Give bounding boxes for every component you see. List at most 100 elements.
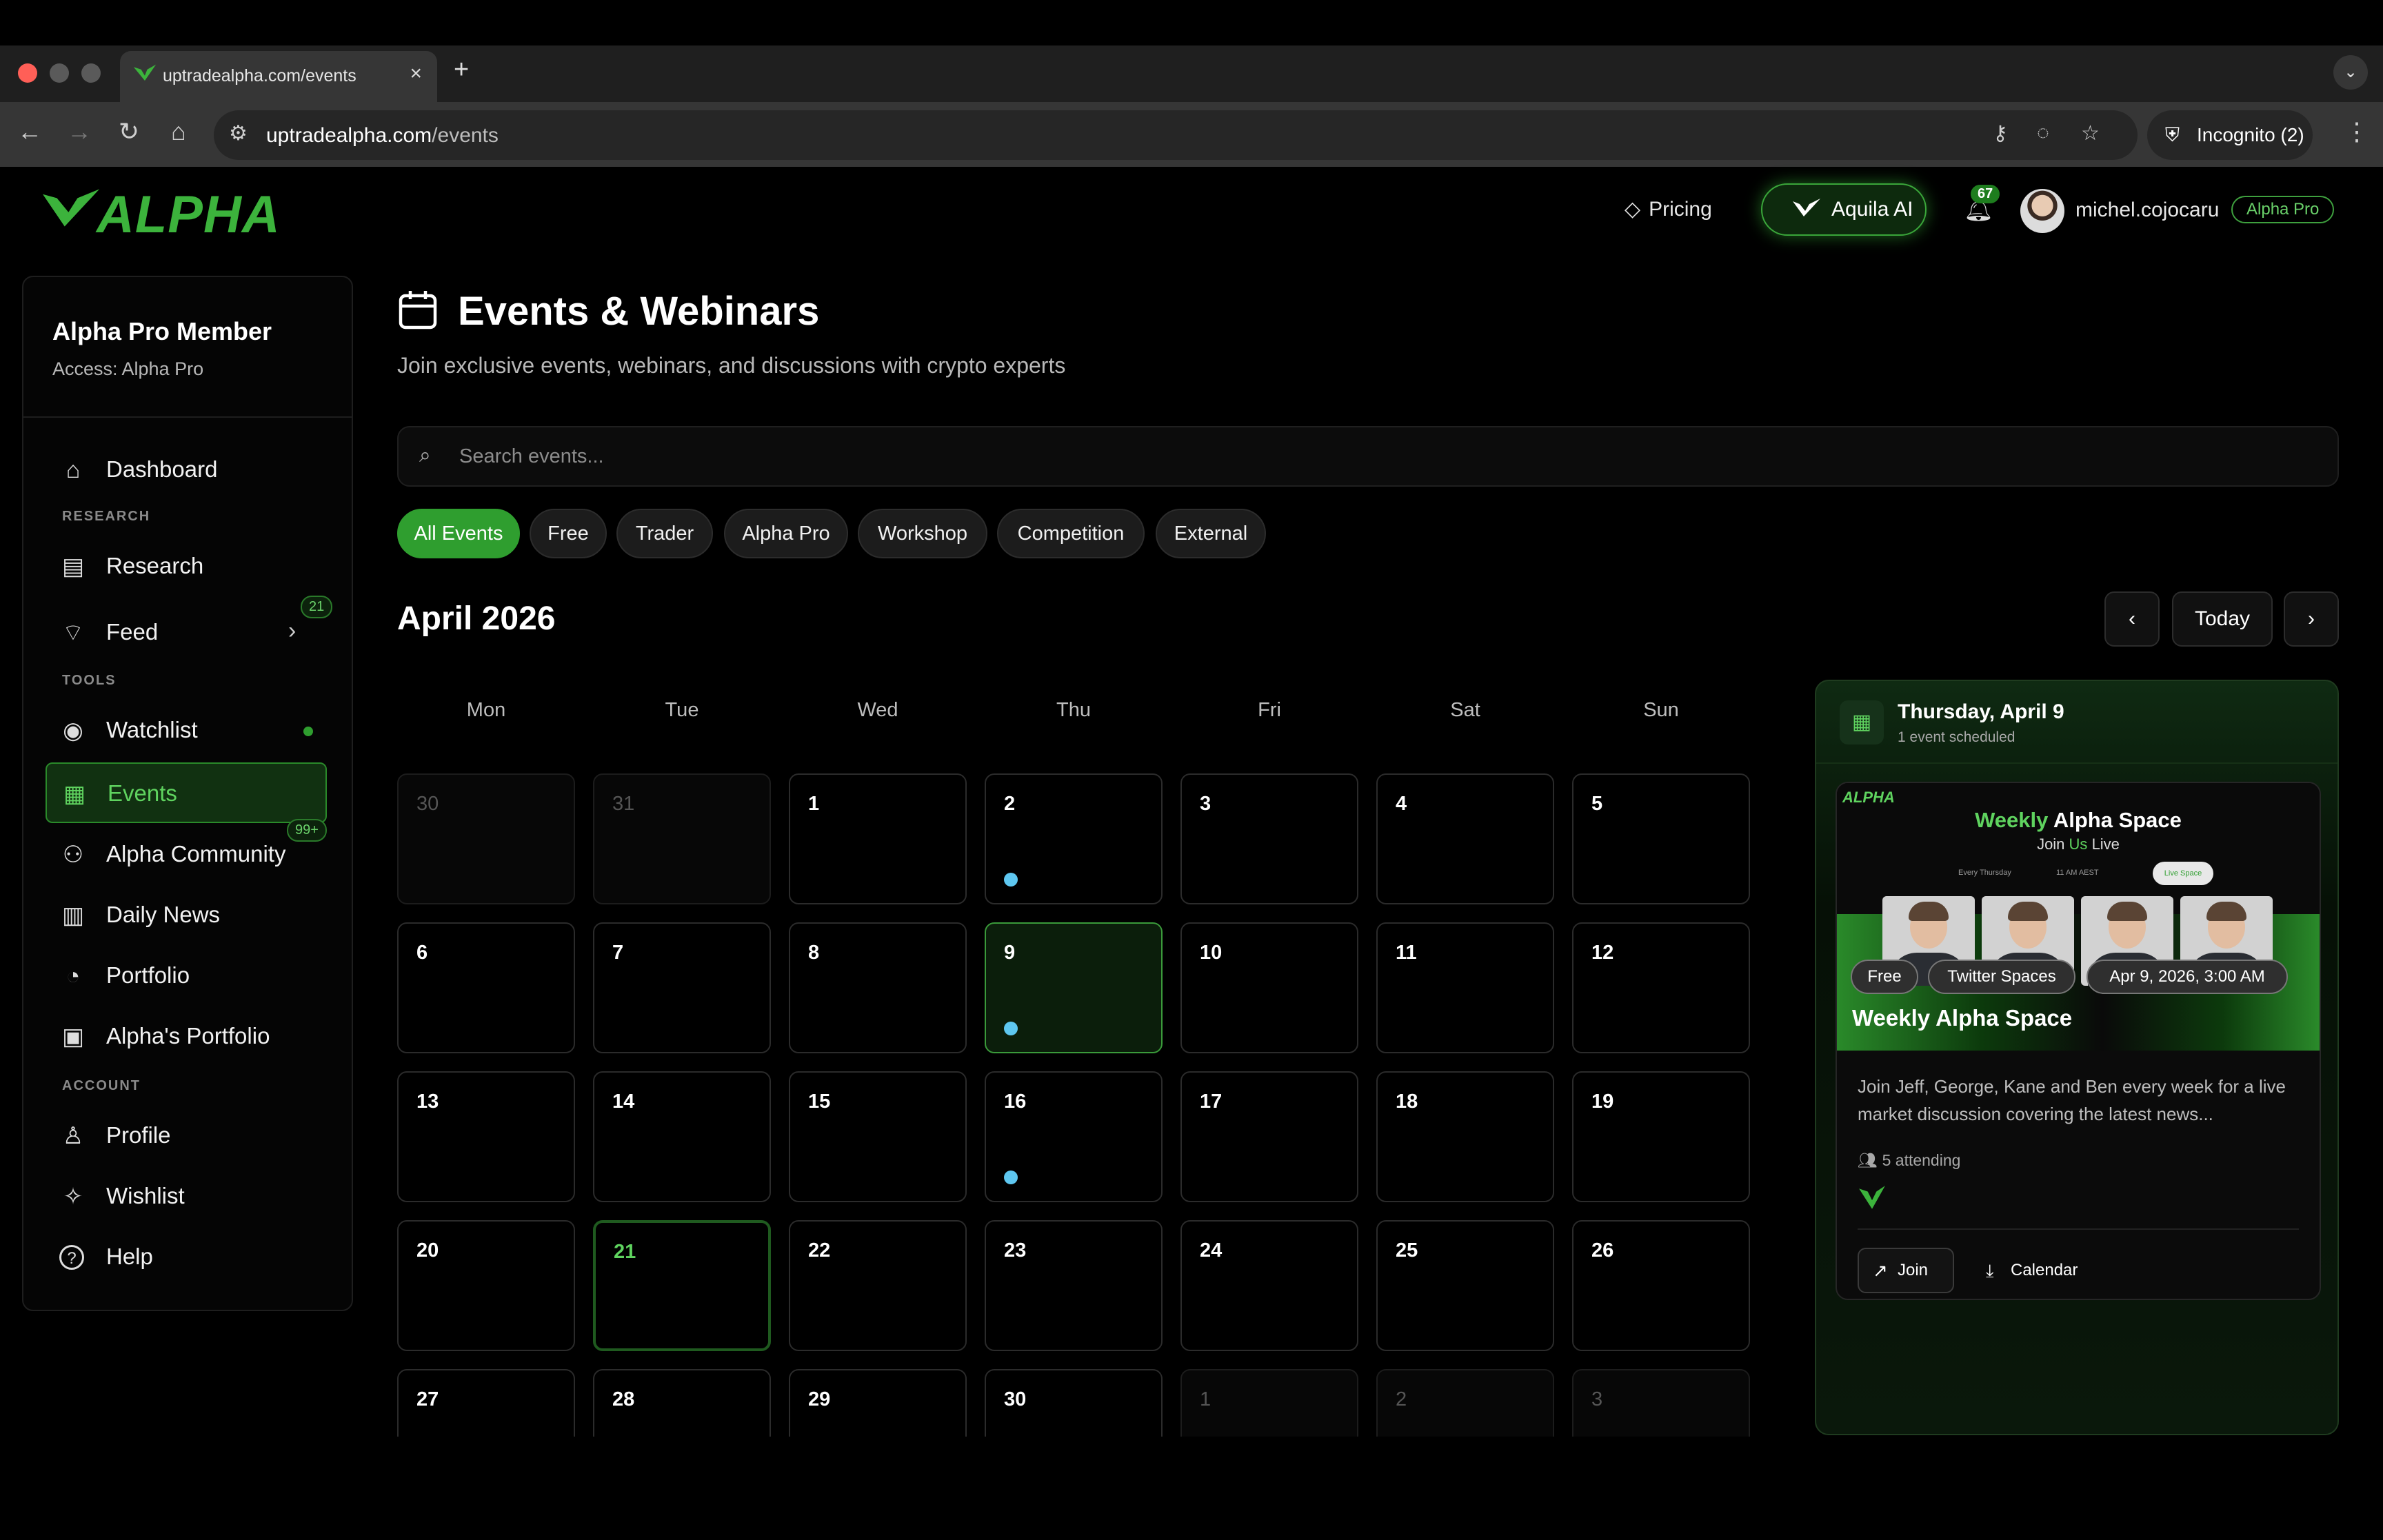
day-number: 5 xyxy=(1591,793,1603,815)
home-icon: ⌂ xyxy=(66,457,81,483)
close-window-button[interactable] xyxy=(18,63,37,83)
event-tag: Twitter Spaces xyxy=(1928,960,2075,994)
sidebar-item-daily-news[interactable]: ▥ Daily News xyxy=(46,885,327,946)
calendar-day-cell[interactable]: 30 xyxy=(397,773,575,904)
calendar-day-cell[interactable]: 19 xyxy=(1572,1071,1750,1202)
filter-chip-all-events[interactable]: All Events xyxy=(397,509,520,558)
tab-search-button[interactable]: ⌄ xyxy=(2333,55,2368,90)
filter-chip-external[interactable]: External xyxy=(1156,509,1266,558)
sidebar-item-portfolio[interactable]: ◔ Portfolio xyxy=(46,946,327,1006)
calendar-day-cell[interactable]: 14 xyxy=(593,1071,771,1202)
aquila-ai-button[interactable]: Aquila AI xyxy=(1761,183,1927,236)
rss-icon: ⌔ xyxy=(62,620,84,646)
forward-button[interactable]: → xyxy=(62,117,97,146)
help-circle-icon: ? xyxy=(59,1245,84,1270)
calendar-day-cell[interactable]: 12 xyxy=(1572,922,1750,1053)
calendar-day-cell[interactable]: 15 xyxy=(789,1071,967,1202)
diamond-icon: ◇ xyxy=(1625,198,1641,221)
calendar-day-cell[interactable]: 9 xyxy=(985,922,1163,1053)
calendar-day-cell[interactable]: 1 xyxy=(789,773,967,904)
calendar-day-cell[interactable]: 5 xyxy=(1572,773,1750,904)
calendar-day-cell[interactable]: 2 xyxy=(1376,1369,1554,1437)
filter-chip-workshop[interactable]: Workshop xyxy=(858,509,987,558)
calendar-day-cell[interactable]: 26 xyxy=(1572,1220,1750,1351)
pricing-link[interactable]: ◇ Pricing xyxy=(1625,197,1712,221)
calendar-day-cell[interactable]: 11 xyxy=(1376,922,1554,1053)
day-number: 15 xyxy=(808,1091,831,1113)
today-button[interactable]: Today xyxy=(2172,591,2273,647)
event-card[interactable]: ALPHA Weekly Alpha Space Join Us Live Ev… xyxy=(1836,782,2321,1300)
search-icon: ⌕ xyxy=(419,444,431,467)
sidebar-item-help[interactable]: ? Help xyxy=(46,1227,327,1288)
calendar-day-cell[interactable]: 18 xyxy=(1376,1071,1554,1202)
user-avatar[interactable] xyxy=(2020,189,2064,233)
sidebar-item-watchlist[interactable]: ◉ Watchlist xyxy=(46,700,327,761)
site-settings-icon[interactable]: ⚙ xyxy=(229,121,248,145)
home-button[interactable]: ⌂ xyxy=(161,117,196,146)
chevron-right-icon[interactable]: › xyxy=(288,618,296,645)
calendar-day-cell[interactable]: 30 xyxy=(985,1369,1163,1437)
bookmark-star-icon[interactable]: ☆ xyxy=(2081,121,2100,145)
calendar-day-cell[interactable]: 7 xyxy=(593,922,771,1053)
sidebar-item-alpha-s-portfolio[interactable]: ▣ Alpha's Portfolio xyxy=(46,1006,327,1067)
calendar-day-cell[interactable]: 2 xyxy=(985,773,1163,904)
calendar-day-cell[interactable]: 8 xyxy=(789,922,967,1053)
sidebar-item-research[interactable]: ▤ Research xyxy=(46,536,327,597)
add-to-calendar-button[interactable]: ⤓ Calendar xyxy=(1975,1248,2092,1293)
calendar-day-cell[interactable]: 22 xyxy=(789,1220,967,1351)
calendar-day-cell[interactable]: 27 xyxy=(397,1369,575,1437)
filter-chip-competition[interactable]: Competition xyxy=(997,509,1145,558)
maximize-window-button[interactable] xyxy=(81,63,101,83)
users-icon: 👥︎ xyxy=(1858,1151,1882,1169)
banner-meta-time: 11 AM AEST xyxy=(2056,869,2099,877)
calendar-day-cell[interactable]: 25 xyxy=(1376,1220,1554,1351)
sidebar-item-alpha-community[interactable]: ⚇ Alpha Community xyxy=(46,824,327,885)
eye-off-icon[interactable]: ◌ xyxy=(2037,121,2049,145)
new-tab-button[interactable]: + xyxy=(454,55,469,85)
calendar-day-cell[interactable]: 20 xyxy=(397,1220,575,1351)
filter-chip-trader[interactable]: Trader xyxy=(616,509,713,558)
sidebar-item-dashboard[interactable]: ⌂ Dashboard xyxy=(46,440,327,500)
calendar-day-cell[interactable]: 1 xyxy=(1180,1369,1358,1437)
join-button[interactable]: ↗ Join xyxy=(1858,1248,1954,1293)
calendar-day-cell[interactable]: 21 xyxy=(593,1220,771,1351)
close-tab-icon[interactable]: × xyxy=(410,62,422,85)
password-key-icon[interactable]: ⚷ xyxy=(1993,121,2008,145)
calendar-day-cell[interactable]: 23 xyxy=(985,1220,1163,1351)
incognito-indicator[interactable]: ⛨ Incognito (2) xyxy=(2147,110,2313,160)
browser-tab[interactable]: uptradealpha.com/events × xyxy=(120,51,437,102)
calendar-day-cell[interactable]: 3 xyxy=(1180,773,1358,904)
sidebar-item-events[interactable]: ▦ Events xyxy=(46,762,327,823)
calendar-day-cell[interactable]: 4 xyxy=(1376,773,1554,904)
calendar-day-cell[interactable]: 28 xyxy=(593,1369,771,1437)
calendar-day-cell[interactable]: 29 xyxy=(789,1369,967,1437)
browser-menu-button[interactable]: ⋮ xyxy=(2344,117,2369,146)
event-banner-image: ALPHA Weekly Alpha Space Join Us Live Ev… xyxy=(1837,783,2320,1051)
next-month-button[interactable]: › xyxy=(2284,591,2339,647)
calendar-day-cell[interactable]: 31 xyxy=(593,773,771,904)
filter-chip-free[interactable]: Free xyxy=(530,509,607,558)
search-box[interactable]: ⌕ xyxy=(397,426,2339,487)
calendar-day-cell[interactable]: 17 xyxy=(1180,1071,1358,1202)
membership-card: Alpha Pro Member Access: Alpha Pro xyxy=(23,277,352,418)
search-input[interactable] xyxy=(459,441,2252,472)
calendar-day-cell[interactable]: 24 xyxy=(1180,1220,1358,1351)
minimize-window-button[interactable] xyxy=(50,63,69,83)
sidebar-item-profile[interactable]: ♙ Profile xyxy=(46,1106,327,1166)
calendar-day-cell[interactable]: 16 xyxy=(985,1071,1163,1202)
address-bar[interactable]: ⚙ uptradealpha.com/events ⚷ ◌ ☆ xyxy=(214,110,2138,160)
back-button[interactable]: ← xyxy=(12,117,47,146)
incognito-icon: ⛨ xyxy=(2165,124,2180,145)
filter-chip-alpha-pro[interactable]: Alpha Pro xyxy=(724,509,848,558)
calendar-day-cell[interactable]: 6 xyxy=(397,922,575,1053)
calendar-day-cell[interactable]: 13 xyxy=(397,1071,575,1202)
username[interactable]: michel.cojocaru xyxy=(2075,199,2219,222)
card-divider xyxy=(1858,1228,2299,1230)
calendar-day-cell[interactable]: 3 xyxy=(1572,1369,1750,1437)
sidebar-item-feed[interactable]: ⌔ Feed › xyxy=(46,602,327,663)
previous-month-button[interactable]: ‹ xyxy=(2104,591,2160,647)
reload-button[interactable]: ↻ xyxy=(112,117,146,146)
calendar-day-cell[interactable]: 10 xyxy=(1180,922,1358,1053)
sidebar-item-wishlist[interactable]: ✧ Wishlist xyxy=(46,1166,327,1227)
weekday-header: Sun xyxy=(1643,699,1679,721)
